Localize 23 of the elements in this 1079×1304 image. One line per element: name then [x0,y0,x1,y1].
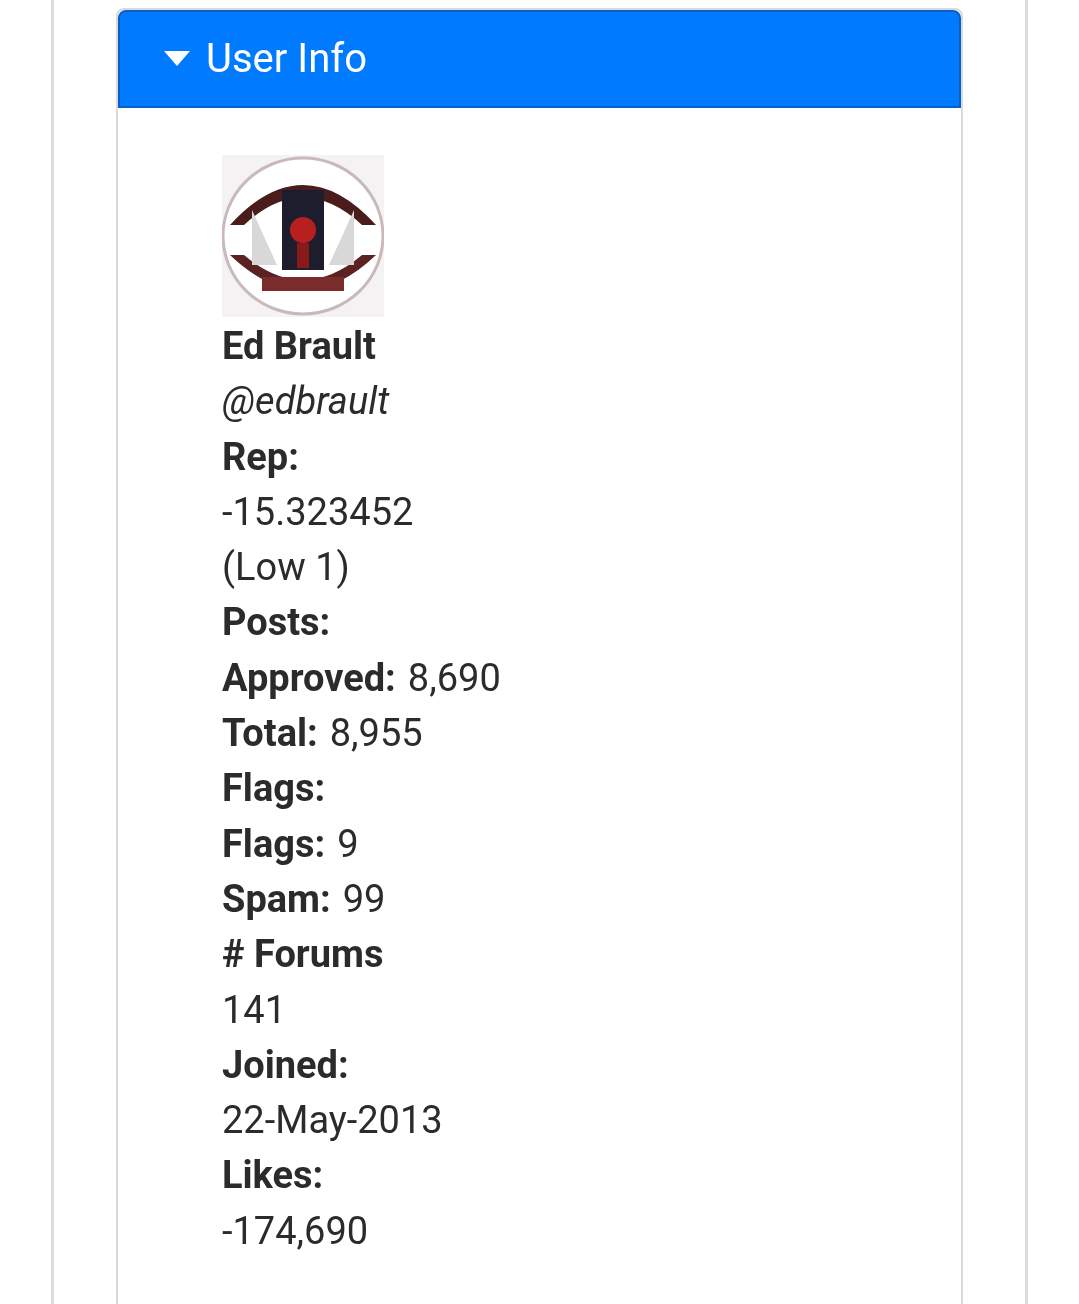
user-handle: @edbrault [222,378,391,426]
field-label: Flags: [222,765,327,813]
field-label: Flags: [222,820,326,868]
field-label: Posts: [222,599,332,647]
field-label: Rep: [222,433,300,481]
field-label: Spam: [222,875,331,923]
field-value: -174,690 [222,1207,370,1255]
field-label: # Forums [222,931,385,979]
field-value: 22-May-2013 [222,1097,444,1145]
caret-down-icon [164,51,190,67]
field-label: Approved: [222,654,396,702]
field-value: -15.323452 [222,488,415,536]
field-value: (Low 1) [222,544,351,592]
user-name: Ed Brault [222,323,377,370]
field-value: 8,690 [407,654,501,702]
field-label: Likes: [222,1152,325,1200]
panel-header[interactable]: User Info [118,10,961,108]
field-value: 8,955 [329,710,423,758]
field-label: Total: [222,710,318,758]
field-value: 141 [222,986,288,1034]
field-value: 9 [337,820,359,868]
field-value: 99 [342,875,386,923]
field-label: Joined: [222,1041,350,1089]
